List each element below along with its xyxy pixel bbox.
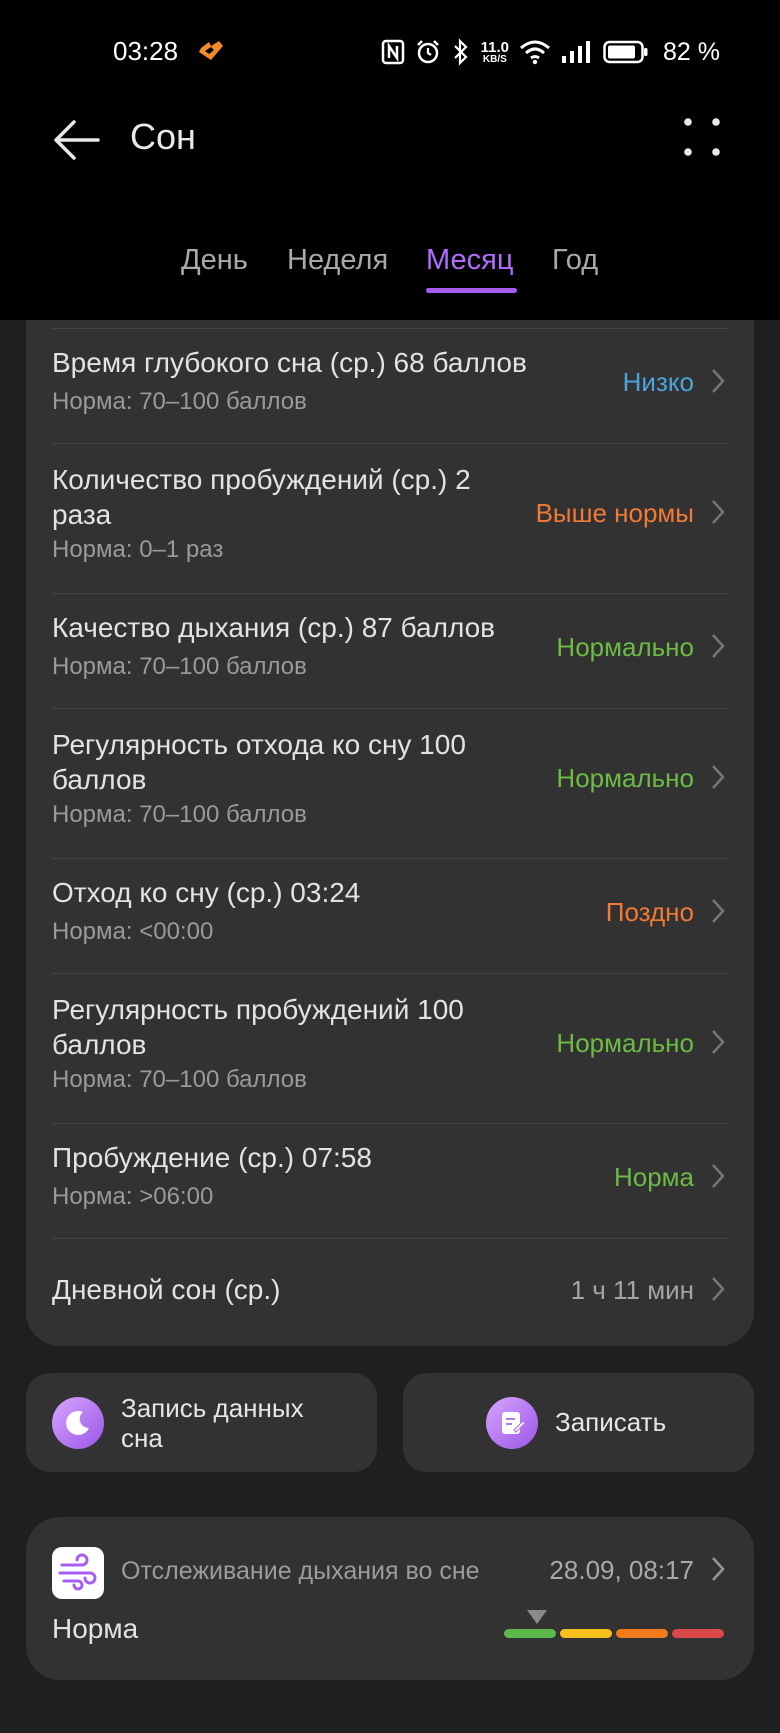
page-title: Сон xyxy=(130,116,196,157)
active-tab-indicator xyxy=(426,288,517,293)
metric-status: Нормально xyxy=(556,763,694,793)
signal-icon xyxy=(562,41,591,63)
chevron-right-icon xyxy=(712,1557,725,1581)
metric-title: Дневной сон (ср.) xyxy=(52,1274,281,1305)
tab-day[interactable]: День xyxy=(181,244,248,277)
battery-icon xyxy=(603,40,648,64)
scale-segment-normal xyxy=(504,1629,556,1638)
metric-title: Количество пробуждений (ср.) 2 раза xyxy=(52,464,471,530)
metric-norm: Норма: 0–1 раз xyxy=(52,536,224,563)
svg-text:z: z xyxy=(70,1412,75,1422)
metric-norm: Норма: 70–100 баллов xyxy=(52,388,307,415)
wifi-icon xyxy=(520,40,550,65)
chevron-right-icon xyxy=(712,1164,725,1188)
metric-status: Норма xyxy=(613,1162,694,1192)
chevron-right-icon xyxy=(712,1277,725,1301)
metric-norm: Норма: 70–100 баллов xyxy=(52,801,307,828)
scale-segment-severe xyxy=(672,1629,724,1638)
breathing-severity-scale xyxy=(504,1609,726,1639)
metric-title: Качество дыхания (ср.) 87 баллов xyxy=(52,612,496,643)
breathing-wind-icon xyxy=(52,1547,104,1599)
breathing-datetime: 28.09, 08:17 xyxy=(549,1555,694,1585)
metric-status: Нормально xyxy=(556,1028,694,1058)
metric-norm: Норма: >06:00 xyxy=(52,1183,214,1210)
metric-status: Низко xyxy=(622,367,694,397)
breathing-status: Норма xyxy=(52,1613,139,1644)
record-sleep-data-button[interactable]: z Запись данных сна xyxy=(26,1373,377,1472)
metric-value: 1 ч 11 мин xyxy=(570,1275,694,1305)
sleep-moon-icon: z xyxy=(52,1397,104,1449)
metric-row-awakenings[interactable]: Количество пробуждений (ср.) 2 раза Норм… xyxy=(26,444,754,594)
chevron-right-icon xyxy=(712,500,725,524)
chevron-right-icon xyxy=(712,369,725,393)
record-sleep-data-label: Запись данных сна xyxy=(121,1393,304,1453)
tab-year[interactable]: Год xyxy=(552,244,598,277)
app-notification-icon xyxy=(199,41,223,60)
breathing-tracking-card[interactable]: Отслеживание дыхания во сне 28.09, 08:17… xyxy=(26,1517,754,1680)
chevron-right-icon xyxy=(712,634,725,658)
metric-norm: Норма: <00:00 xyxy=(52,918,214,945)
bluetooth-icon xyxy=(453,38,468,66)
back-arrow-icon[interactable] xyxy=(50,112,106,168)
note-edit-icon xyxy=(486,1397,538,1449)
sleep-metrics-card: Время глубокого сна (ср.) 68 баллов Норм… xyxy=(26,320,754,1346)
metric-row-daytime-nap[interactable]: Дневной сон (ср.) 1 ч 11 мин xyxy=(26,1239,754,1339)
status-icons: 11.0 KB/S 82 % xyxy=(381,36,720,68)
scale-segment-mild xyxy=(560,1629,612,1638)
metric-row-bedtime-regularity[interactable]: Регулярность отхода ко сну 100 баллов Но… xyxy=(26,709,754,859)
status-time: 03:28 xyxy=(113,36,179,66)
metric-row-deep-sleep[interactable]: Время глубокого сна (ср.) 68 баллов Норм… xyxy=(26,329,754,444)
metric-status: Выше нормы xyxy=(535,498,694,528)
metric-row-breathing-quality[interactable]: Качество дыхания (ср.) 87 баллов Норма: … xyxy=(26,594,754,709)
scale-segment-moderate xyxy=(616,1629,668,1638)
net-speed: 11.0 KB/S xyxy=(480,38,510,65)
metric-norm: Норма: 70–100 баллов xyxy=(52,1066,307,1093)
tab-month[interactable]: Месяц xyxy=(426,244,513,277)
metric-row-wake-regularity[interactable]: Регулярность пробуждений 100 баллов Норм… xyxy=(26,974,754,1124)
nfc-icon xyxy=(381,39,404,65)
metric-title: Регулярность отхода ко сну 100 баллов xyxy=(52,729,466,795)
chevron-right-icon xyxy=(712,765,725,789)
metric-title: Регулярность пробуждений 100 баллов xyxy=(52,994,464,1060)
write-button[interactable]: Записать xyxy=(403,1373,754,1472)
status-bar: 03:28 11.0 KB/S 82 % xyxy=(0,0,780,104)
tab-week[interactable]: Неделя xyxy=(287,244,388,277)
more-dots-icon[interactable] xyxy=(672,114,732,164)
metric-title: Пробуждение (ср.) 07:58 xyxy=(52,1142,372,1173)
metric-norm: Норма: 70–100 баллов xyxy=(52,653,307,680)
scale-marker-icon xyxy=(527,1610,547,1624)
alarm-icon xyxy=(416,40,439,64)
metric-row-wake-time[interactable]: Пробуждение (ср.) 07:58 Норма: >06:00 Но… xyxy=(26,1124,754,1239)
metric-row-bedtime[interactable]: Отход ко сну (ср.) 03:24 Норма: <00:00 П… xyxy=(26,859,754,974)
metric-status: Нормально xyxy=(556,632,694,662)
metric-title: Время глубокого сна (ср.) 68 баллов xyxy=(52,347,527,378)
battery-percent: 82 % xyxy=(663,37,720,66)
write-label: Записать xyxy=(555,1407,667,1437)
period-tabs: День Неделя Месяц Год xyxy=(0,236,780,296)
breathing-title: Отслеживание дыхания во сне xyxy=(121,1557,480,1585)
chevron-right-icon xyxy=(712,1030,725,1054)
chevron-right-icon xyxy=(712,899,725,923)
metric-title: Отход ко сну (ср.) 03:24 xyxy=(52,877,361,908)
metric-status: Поздно xyxy=(605,897,694,927)
